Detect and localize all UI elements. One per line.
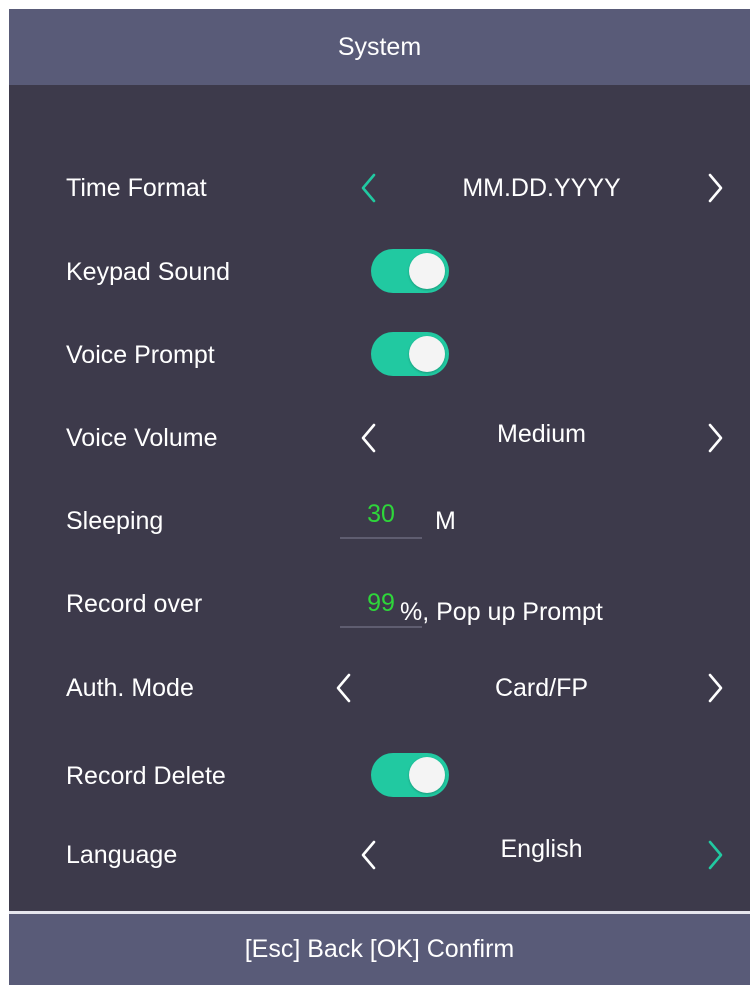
toggle-knob <box>409 336 445 372</box>
voice-prompt-toggle[interactable] <box>371 332 449 376</box>
language-value: English <box>500 835 583 863</box>
auth-mode-next-button[interactable] <box>699 660 731 716</box>
chevron-right-icon <box>708 423 723 453</box>
auth-mode-value: Card/FP <box>494 674 589 702</box>
time-format-row: Time Format MM.DD.YYYY <box>9 160 750 216</box>
system-settings-screen: System Time Format MM.DD.YYYY Keypad Sou… <box>9 9 750 985</box>
page-title: System <box>337 32 422 61</box>
auth-mode-prev-button[interactable] <box>328 660 360 716</box>
keypad-sound-label: Keypad Sound <box>66 258 231 286</box>
footer-hint: [Esc] Back [OK] Confirm <box>244 935 515 963</box>
auth-mode-row: Auth. Mode Card/FP <box>9 660 750 716</box>
record-over-row: Record over 99 %, Pop up Prompt <box>9 576 750 632</box>
chevron-left-icon <box>361 173 376 203</box>
language-label: Language <box>66 841 178 869</box>
toggle-knob <box>409 253 445 289</box>
language-next-button[interactable] <box>699 827 731 883</box>
voice-volume-prev-button[interactable] <box>353 410 385 466</box>
chevron-right-icon <box>708 173 723 203</box>
chevron-left-icon <box>361 840 376 870</box>
voice-volume-row: Voice Volume Medium <box>9 410 750 466</box>
toggle-knob <box>409 757 445 793</box>
record-over-label: Record over <box>66 590 203 618</box>
sleeping-row: Sleeping 30 M <box>9 493 750 549</box>
time-format-label: Time Format <box>66 174 207 202</box>
record-delete-row: Record Delete <box>9 748 750 804</box>
time-format-value: MM.DD.YYYY <box>462 174 621 202</box>
auth-mode-label: Auth. Mode <box>66 674 194 702</box>
language-prev-button[interactable] <box>353 827 385 883</box>
footer-bar: [Esc] Back [OK] Confirm <box>9 911 750 985</box>
voice-prompt-row: Voice Prompt <box>9 327 750 383</box>
header-bar: System <box>9 9 750 85</box>
chevron-right-icon <box>708 840 723 870</box>
record-delete-toggle[interactable] <box>371 753 449 797</box>
keypad-sound-toggle[interactable] <box>371 249 449 293</box>
chevron-left-icon <box>336 673 351 703</box>
voice-volume-next-button[interactable] <box>699 410 731 466</box>
record-delete-label: Record Delete <box>66 762 226 790</box>
time-format-prev-button[interactable] <box>353 160 385 216</box>
record-over-suffix: %, Pop up Prompt <box>400 598 603 626</box>
sleeping-input[interactable]: 30 <box>340 493 422 539</box>
time-format-next-button[interactable] <box>699 160 731 216</box>
keypad-sound-row: Keypad Sound <box>9 244 750 300</box>
language-row: Language English <box>9 827 750 883</box>
voice-volume-value: Medium <box>497 420 586 448</box>
voice-volume-label: Voice Volume <box>66 424 218 452</box>
voice-prompt-label: Voice Prompt <box>66 341 215 369</box>
sleeping-unit: M <box>435 507 456 535</box>
chevron-left-icon <box>361 423 376 453</box>
chevron-right-icon <box>708 673 723 703</box>
sleeping-label: Sleeping <box>66 507 164 535</box>
